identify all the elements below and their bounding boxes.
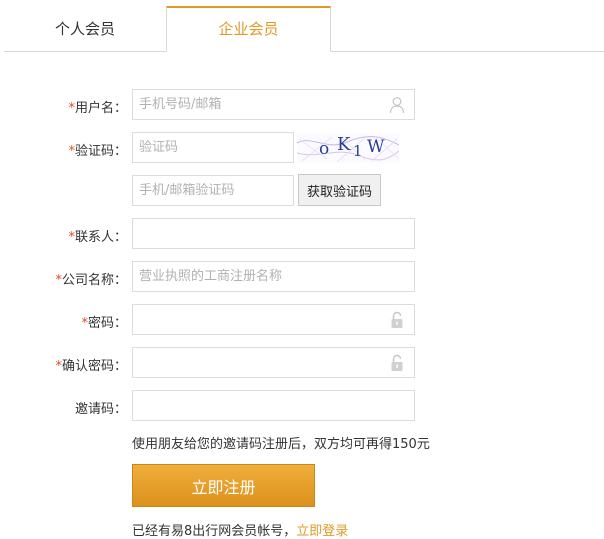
login-prompt-text: 已经有易8出行网会员帐号， [132,524,297,539]
confirm-password-field [132,347,415,378]
contact-label: *联系人： [0,226,127,245]
confirm-password-label: *确认密码： [0,355,127,374]
tab-personal-member[interactable]: 个人会员 [4,6,166,52]
company-input[interactable] [133,262,414,291]
contact-label-text: 联系人： [74,230,127,245]
captcha-input[interactable] [133,133,293,162]
captcha-char: K [337,134,351,155]
password-field [132,304,415,335]
lock-icon [391,354,403,371]
company-label: *公司名称： [0,269,127,288]
lock-icon [391,311,403,328]
confirm-password-input[interactable] [133,348,414,377]
contact-input[interactable] [133,219,414,248]
member-type-tabs: 个人会员 企业会员 [0,0,604,52]
username-label: *用户名： [0,97,127,116]
user-icon [389,97,405,114]
get-code-button[interactable]: 获取验证码 [298,174,381,206]
username-field [132,89,415,120]
login-link[interactable]: 立即登录 [296,524,348,539]
invite-code-label: 邀请码： [74,402,127,417]
company-label-text: 公司名称： [61,273,127,288]
captcha-char: o [319,139,330,159]
login-prompt: 已经有易8出行网会员帐号，立即登录 [132,520,348,539]
sms-code-input[interactable] [133,176,293,205]
invite-code-field [132,390,415,421]
password-label: *密码： [0,312,127,331]
tab-enterprise-member[interactable]: 企业会员 [166,6,331,52]
captcha-label: *验证码： [0,140,127,159]
captcha-image[interactable]: o K 1 W [297,133,399,163]
captcha-field [132,132,294,163]
captcha-label-text: 验证码： [74,144,127,159]
username-input[interactable] [133,90,414,119]
invite-code-input[interactable] [133,391,414,420]
contact-field [132,218,415,249]
captcha-char: W [367,137,385,157]
register-button[interactable]: 立即注册 [132,464,315,507]
invite-promo-text: 使用朋友给您的邀请码注册后，双方均可再得150元 [132,437,430,452]
company-field [132,261,415,292]
captcha-char: 1 [353,142,363,160]
password-label-text: 密码： [87,316,127,331]
sms-code-field [132,175,294,206]
confirm-password-label-text: 确认密码： [61,359,127,374]
username-label-text: 用户名： [74,101,127,116]
captcha-text: o K 1 W [297,133,399,163]
password-input[interactable] [133,305,414,334]
